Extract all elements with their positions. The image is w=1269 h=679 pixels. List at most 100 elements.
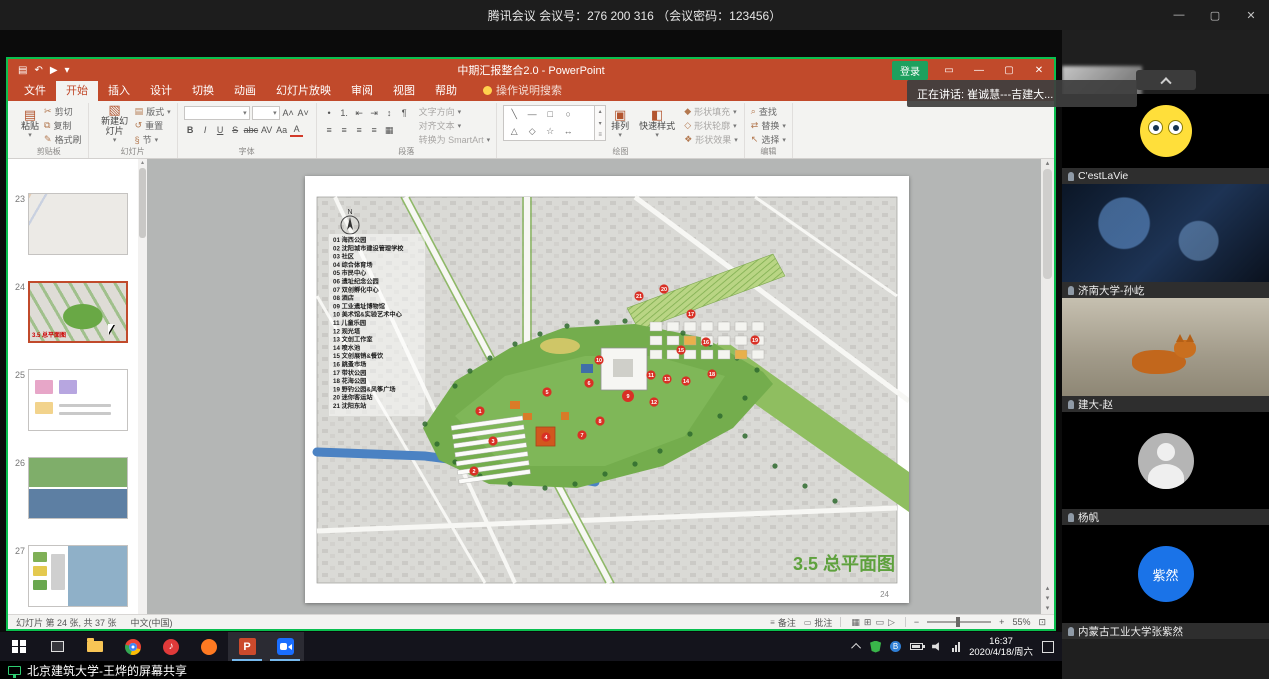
font-button-5[interactable]: AV — [260, 124, 273, 137]
shape-option-0[interactable]: ╲ — [506, 109, 522, 120]
participant-video-photo[interactable] — [1062, 184, 1269, 282]
participant-tile[interactable]: 济南大学-孙屹 — [1062, 184, 1269, 298]
login-button[interactable]: 登录 — [892, 61, 928, 80]
network-icon[interactable] — [952, 642, 960, 652]
layout-button[interactable]: ▤版式▾ — [135, 105, 171, 118]
text-direction-button[interactable]: 文字方向▾ — [419, 105, 491, 118]
next-slide-button[interactable]: ▾ — [1046, 594, 1050, 602]
previous-slide-button[interactable]: ▴ — [1046, 584, 1050, 592]
paragraph-button-b-1[interactable]: ≡ — [338, 124, 351, 137]
slide-thumbnail-23[interactable] — [28, 193, 128, 255]
ppt-tab-文件[interactable]: 文件 — [14, 79, 56, 101]
scrollbar-thumb[interactable] — [1043, 169, 1052, 279]
task-view-button[interactable] — [38, 632, 76, 661]
font-name-select[interactable]: ▾ — [184, 106, 250, 120]
ppt-tab-开始[interactable]: 开始 — [56, 79, 98, 101]
reset-button[interactable]: ↺重置 — [135, 119, 171, 132]
cut-button[interactable]: ✂剪切 — [44, 105, 82, 118]
editor-scrollbar[interactable]: ▴ ▴ ▾ ▾ — [1041, 159, 1054, 614]
participant-tile[interactable]: 建大-赵 — [1062, 298, 1269, 412]
ppt-tab-审阅[interactable]: 审阅 — [341, 79, 383, 101]
paragraph-button-b-2[interactable]: ≡ — [353, 124, 366, 137]
section-button[interactable]: §节▾ — [135, 133, 171, 146]
shape-option-4[interactable]: △ — [506, 126, 522, 137]
font-button-1[interactable]: I — [199, 124, 212, 137]
slide-canvas[interactable]: N 01 海西公园02 沈阳城市建设管理学校03 社区04 综合体育场05 市民… — [305, 176, 909, 603]
font-button-7[interactable]: A — [290, 124, 303, 137]
ppt-tab-帮助[interactable]: 帮助 — [425, 79, 467, 101]
paste-button[interactable]: ▤ 粘贴▾ — [16, 105, 44, 145]
comments-button[interactable]: ▭批注 — [804, 616, 833, 629]
view-sorter-button[interactable]: ⊞ — [864, 617, 872, 627]
paragraph-button-a-1[interactable]: 1. — [338, 107, 351, 120]
participant-tile[interactable]: 杨帆 — [1062, 412, 1269, 525]
ppt-tab-幻灯片放映[interactable]: 幻灯片放映 — [266, 79, 341, 101]
tell-me-search[interactable]: 操作说明搜索 — [483, 82, 562, 101]
zoom-slider-thumb[interactable] — [956, 617, 960, 627]
arrange-button[interactable]: ▣ 排列▾ — [606, 105, 634, 145]
ppt-tab-视图[interactable]: 视图 — [383, 79, 425, 101]
file-explorer-button[interactable] — [76, 632, 114, 661]
convert-smartart-button[interactable]: 转换为 SmartArt▾ — [419, 133, 491, 146]
replace-button[interactable]: ⇄替换▾ — [751, 119, 786, 132]
notification-center-button[interactable] — [1042, 641, 1054, 653]
font-button-3[interactable]: S — [229, 124, 242, 137]
ppt-tab-动画[interactable]: 动画 — [224, 79, 266, 101]
view-slideshow-button[interactable]: ▷ — [888, 617, 895, 627]
view-reading-button[interactable]: ▭ — [875, 617, 884, 627]
ppt-restore-button[interactable]: ▢ — [994, 59, 1024, 81]
taskbar-clock[interactable]: 16:37 2020/4/18/周六 — [969, 636, 1033, 658]
zoom-in-button[interactable]: + — [999, 617, 1004, 627]
shapes-gallery-scroll[interactable]: ▴▾≡ — [595, 105, 606, 141]
zoom-level[interactable]: 55% — [1012, 617, 1030, 627]
paragraph-button-a-3[interactable]: ⇥ — [368, 107, 381, 120]
scroll-up-arrow[interactable]: ▴ — [1046, 159, 1050, 167]
select-button[interactable]: ↖选择▾ — [751, 133, 786, 146]
chrome-button[interactable] — [114, 632, 152, 661]
font-button-6[interactable]: Aa — [275, 124, 288, 137]
font-button-0[interactable]: B — [184, 124, 197, 137]
hidden-icons-chevron[interactable] — [851, 643, 861, 653]
paragraph-button-a-5[interactable]: ¶ — [398, 107, 411, 120]
shape-outline-button[interactable]: ◇形状轮廓▾ — [684, 119, 738, 132]
font-button-4[interactable]: abc — [244, 124, 259, 137]
save-button[interactable]: ▤ — [18, 65, 27, 76]
notes-button[interactable]: ≡备注 — [770, 616, 796, 629]
shape-effects-button[interactable]: ❖形状效果▾ — [684, 133, 738, 146]
slide-thumbnail-26[interactable] — [28, 457, 128, 519]
customize-qat-button[interactable]: ▾ — [65, 65, 70, 76]
view-normal-button[interactable]: ▦ — [851, 617, 860, 627]
close-button[interactable]: ✕ — [1233, 0, 1269, 30]
participant-tile[interactable]: 紫然内蒙古工业大学张紫然 — [1062, 525, 1269, 639]
paragraph-button-b-4[interactable]: ▦ — [383, 124, 396, 137]
ribbon-display-options-button[interactable]: ▭ — [934, 59, 964, 81]
paragraph-button-a-4[interactable]: ↕ — [383, 107, 396, 120]
zoom-slider[interactable] — [927, 621, 991, 623]
participant-video[interactable]: 紫然 — [1062, 525, 1269, 623]
bluetooth-icon[interactable]: B — [890, 641, 901, 652]
participant-video[interactable] — [1062, 412, 1269, 509]
shape-option-2[interactable]: □ — [542, 109, 558, 120]
paragraph-button-a-0[interactable]: • — [323, 107, 336, 120]
battery-icon[interactable] — [910, 643, 923, 650]
slide-thumbnail-27[interactable] — [28, 545, 128, 607]
tencent-meeting-taskbar-button[interactable] — [266, 632, 304, 661]
align-text-button[interactable]: 对齐文本▾ — [419, 119, 491, 132]
undo-button[interactable]: ↶ — [34, 65, 42, 76]
start-button[interactable] — [0, 632, 38, 661]
format-painter-button[interactable]: ✎格式刷 — [44, 133, 82, 146]
shape-option-1[interactable]: — — [524, 109, 540, 120]
uc-browser-button[interactable] — [190, 632, 228, 661]
volume-icon[interactable] — [932, 642, 943, 652]
find-button[interactable]: ⌕查找 — [751, 105, 786, 118]
shape-option-6[interactable]: ☆ — [542, 126, 558, 137]
start-slideshow-button[interactable]: ▶ — [50, 65, 58, 76]
shape-option-5[interactable]: ◇ — [524, 126, 540, 137]
new-slide-button[interactable]: ▧ 新建幻灯片▾ — [95, 105, 135, 145]
minimize-button[interactable]: — — [1161, 0, 1197, 30]
security-shield-icon[interactable] — [870, 641, 881, 653]
fit-slide-button[interactable]: ⊡ — [1038, 617, 1046, 628]
scroll-down-arrow[interactable]: ▾ — [1046, 604, 1050, 612]
grow-font-button[interactable]: A˄ — [282, 107, 295, 120]
shape-option-3[interactable]: ○ — [560, 109, 576, 120]
